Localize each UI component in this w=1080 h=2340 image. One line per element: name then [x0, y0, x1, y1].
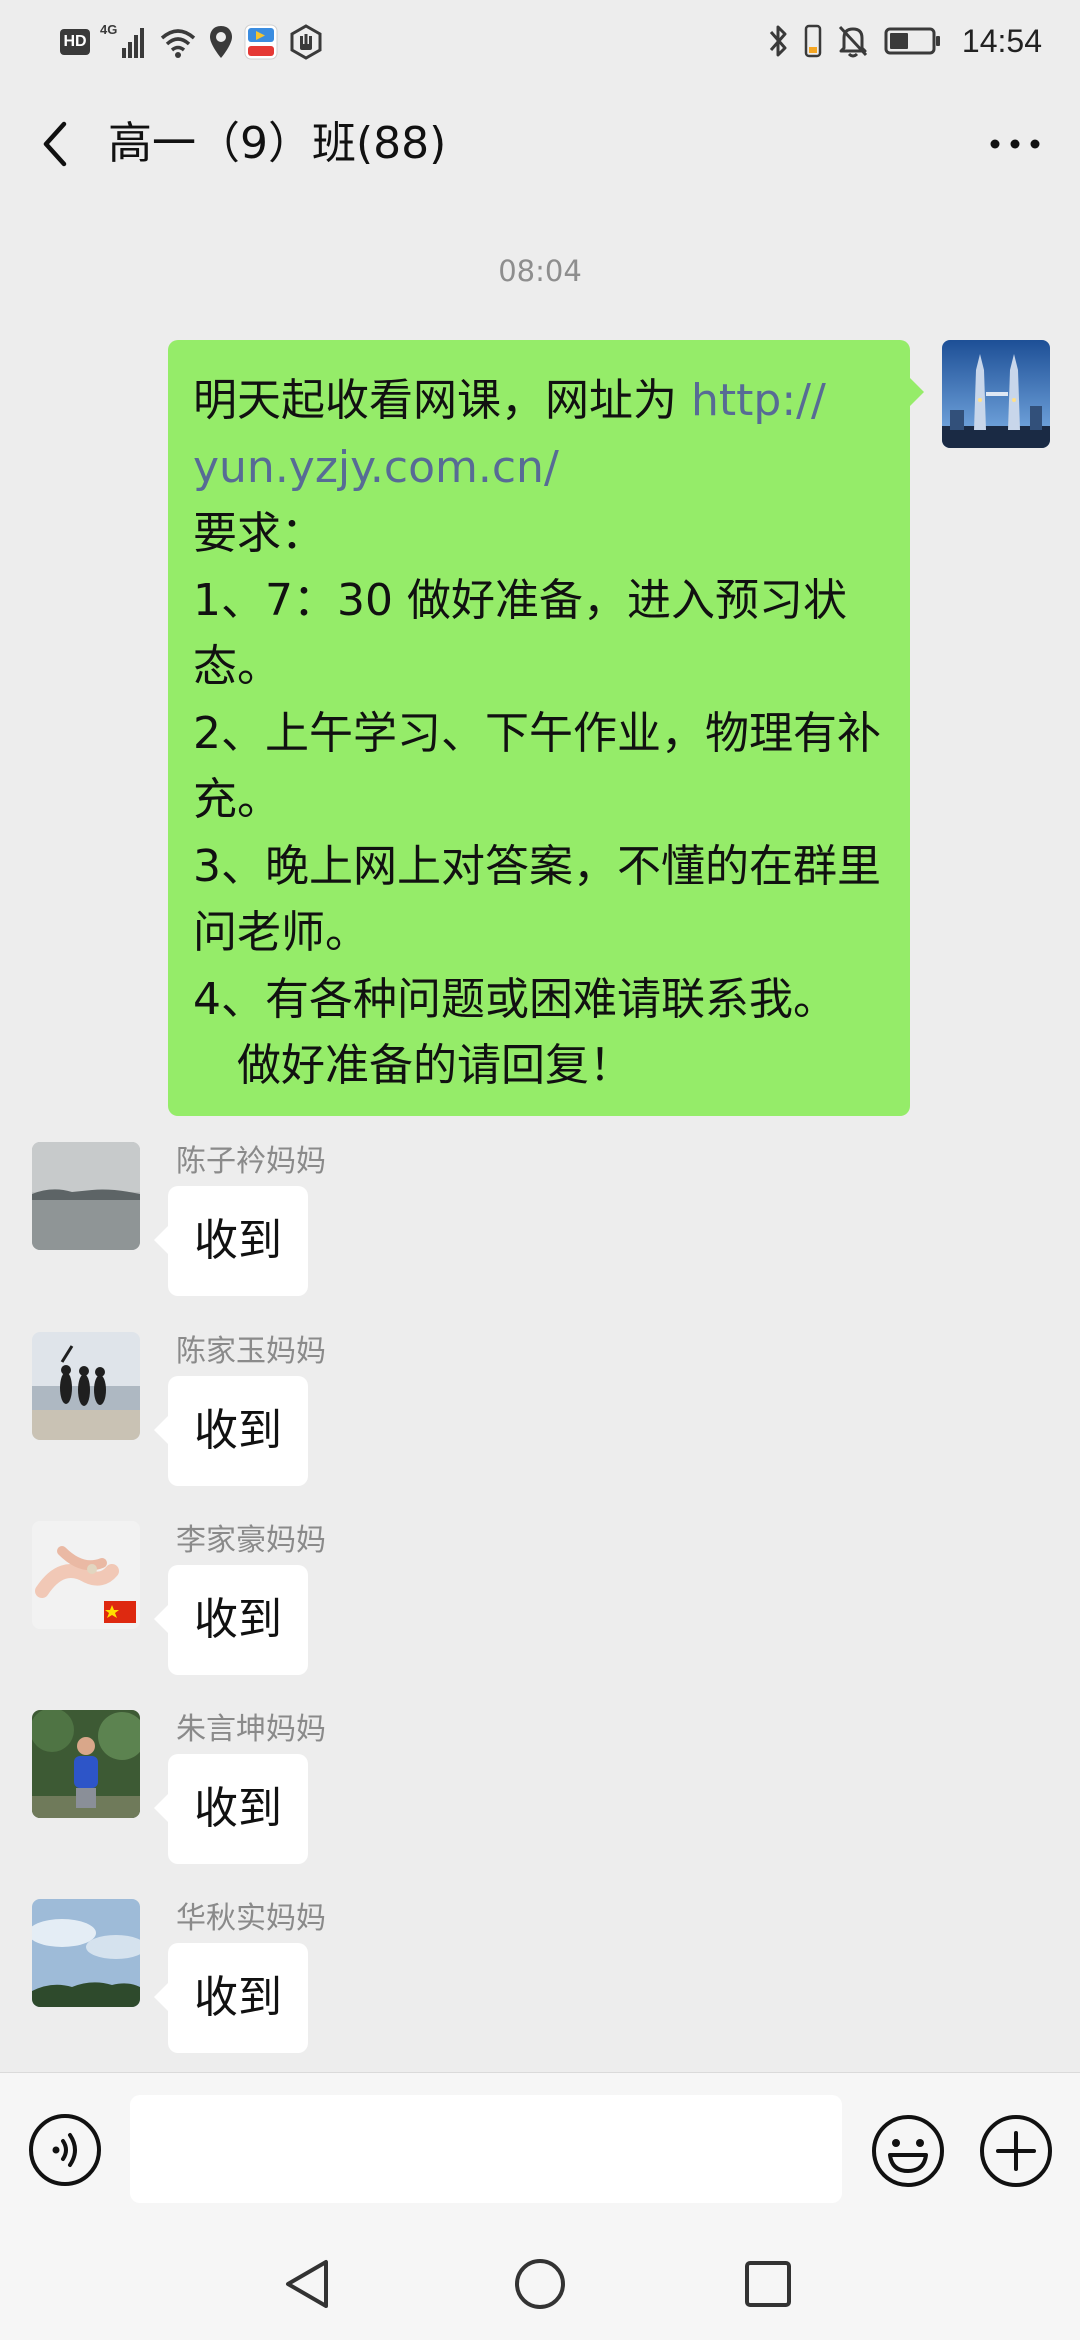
svg-text:4G: 4G: [100, 22, 117, 37]
more-functions-button[interactable]: [978, 2113, 1054, 2189]
chevron-left-icon: [43, 121, 67, 167]
nav-recent-apps-button[interactable]: [738, 2254, 798, 2314]
signal-icon: 4G: [100, 22, 148, 62]
avatar[interactable]: [32, 1521, 140, 1629]
incoming-message-bubble[interactable]: 收到: [154, 1943, 308, 2053]
status-bar: HD 4G 14:54: [0, 0, 1080, 84]
message-line: 要求：: [193, 508, 325, 559]
avatar[interactable]: [32, 1899, 140, 2007]
message-timestamp: 08:04: [498, 254, 582, 288]
url-link[interactable]: http://: [691, 375, 826, 426]
incoming-message-bubble[interactable]: 收到: [154, 1186, 308, 1296]
nav-back-button[interactable]: [278, 2254, 338, 2314]
mute-icon: [836, 23, 870, 59]
sender-name: 陈家玉妈妈: [176, 1334, 326, 1369]
message-line: 做好准备的请回复！: [237, 1040, 633, 1091]
system-navigation-bar: [0, 2230, 1080, 2340]
sender-name: 李家豪妈妈: [176, 1523, 326, 1558]
incoming-message: 华秋实妈妈 收到: [0, 1899, 1080, 2069]
chat-message-list[interactable]: 08:04 明天起收看网课，网址为 http:// yun.yzjy.com.c…: [0, 206, 1080, 2072]
hd-icon: HD: [60, 29, 90, 55]
triangle-back-icon: [286, 2260, 328, 2308]
phone-battery-icon: [804, 23, 822, 59]
outgoing-message-bubble[interactable]: 明天起收看网课，网址为 http:// yun.yzjy.com.cn/ 要求：…: [168, 340, 924, 1116]
battery-icon: [884, 26, 942, 56]
incoming-message-bubble[interactable]: 收到: [154, 1376, 308, 1486]
message-input-bar: [0, 2072, 1080, 2230]
chat-header: 高一（9）班(88): [0, 84, 1080, 206]
message-line: 3、晚上网上对答案，不懂的在群里: [193, 840, 881, 892]
incoming-message-bubble[interactable]: 收到: [154, 1565, 308, 1675]
back-button[interactable]: [26, 114, 86, 174]
clock: 14:54: [961, 22, 1042, 59]
message-line: 2、上午学习、下午作业，物理有补: [193, 707, 881, 759]
wifi-icon: [158, 24, 198, 60]
app-icon: [244, 24, 278, 60]
avatar[interactable]: [32, 1710, 140, 1818]
square-recents-icon: [745, 2261, 791, 2307]
message-line: 态。: [193, 641, 281, 692]
more-button[interactable]: [980, 114, 1050, 174]
message-line: yun.yzjy.com.cn/: [193, 435, 886, 502]
circle-home-icon: [515, 2259, 565, 2309]
hand-icon: [288, 24, 324, 60]
incoming-message: 陈家玉妈妈 收到: [0, 1332, 1080, 1502]
chat-title: 高一（9）班(88): [108, 118, 447, 169]
self-avatar[interactable]: [942, 340, 1050, 448]
message-line: 充。: [193, 774, 281, 825]
sender-name: 华秋实妈妈: [176, 1901, 326, 1936]
incoming-message: 李家豪妈妈 收到: [0, 1521, 1080, 1691]
message-text-input[interactable]: [130, 2095, 842, 2203]
plus-icon: [980, 2115, 1052, 2187]
sender-name: 陈子衿妈妈: [176, 1144, 326, 1179]
location-icon: [208, 24, 234, 60]
voice-button[interactable]: [28, 2113, 102, 2187]
voice-icon: [29, 2114, 101, 2186]
incoming-message: 朱言坤妈妈 收到: [0, 1710, 1080, 1880]
sender-name: 朱言坤妈妈: [176, 1712, 326, 1747]
message-line: 1、7：30 做好准备，进入预习状: [193, 574, 847, 626]
nav-home-button[interactable]: [510, 2254, 570, 2314]
incoming-message: 陈子衿妈妈 收到: [0, 1142, 1080, 1312]
avatar[interactable]: [32, 1332, 140, 1440]
emoji-icon: [872, 2115, 944, 2187]
url-link[interactable]: yun.yzjy.com.cn/: [193, 442, 559, 493]
message-line: 4、有各种问题或困难请联系我。: [193, 973, 837, 1025]
message-line: 明天起收看网课，网址为 http://: [193, 375, 826, 426]
more-dots-icon: [990, 139, 1040, 149]
avatar[interactable]: [32, 1142, 140, 1250]
emoji-button[interactable]: [870, 2113, 946, 2189]
incoming-message-bubble[interactable]: 收到: [154, 1754, 308, 1864]
message-line: 问老师。: [193, 907, 369, 958]
bluetooth-icon: [768, 23, 790, 59]
